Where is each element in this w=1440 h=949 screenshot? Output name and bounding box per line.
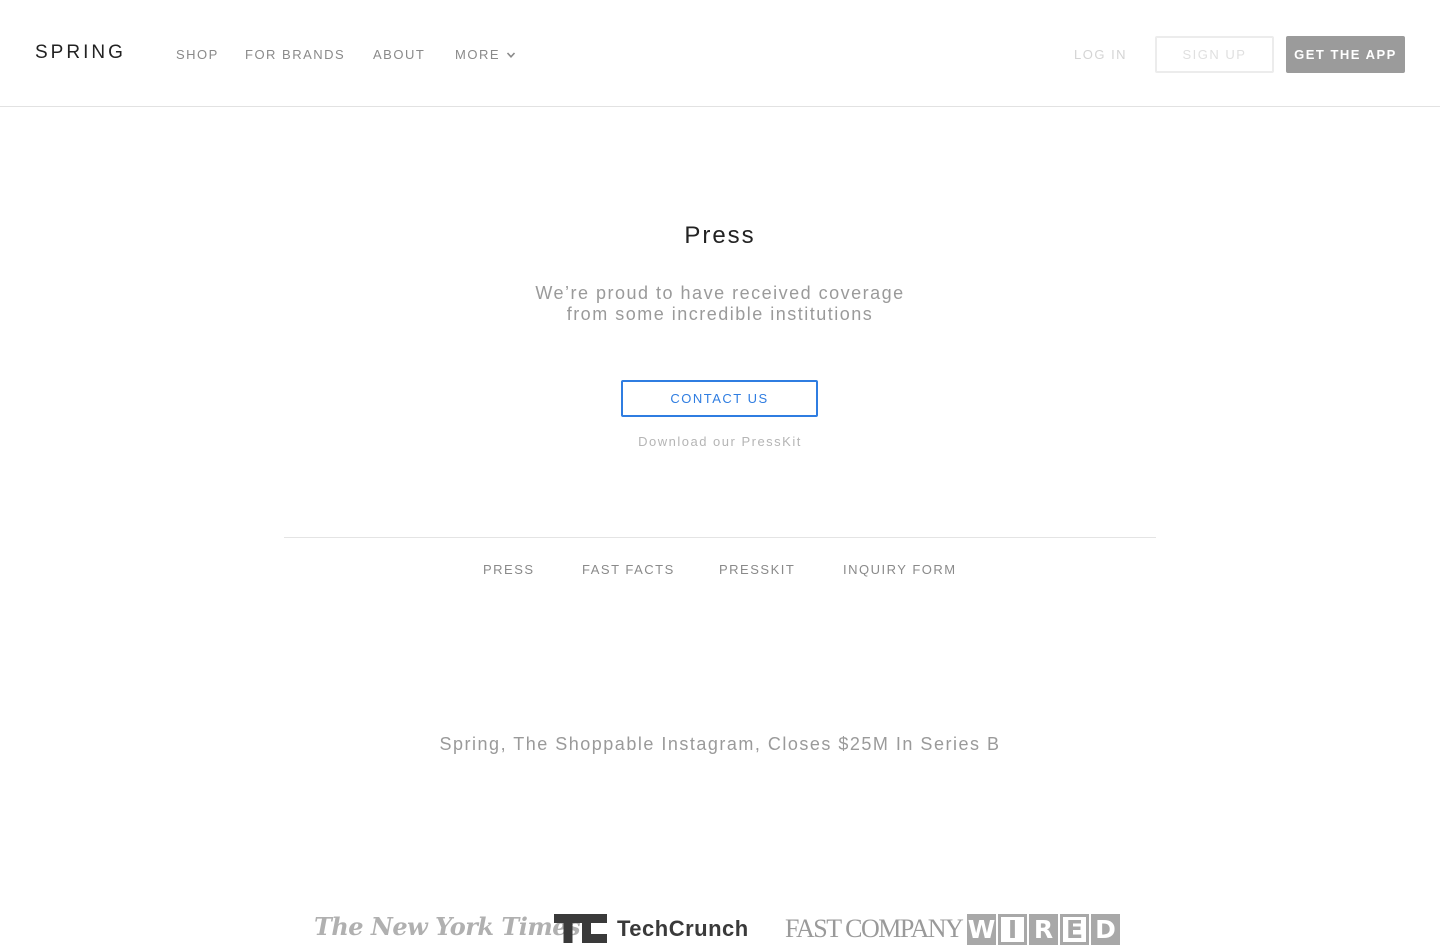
wired-letter: R [1029,914,1058,945]
signup-button[interactable]: SIGN UP [1155,36,1274,73]
download-presskit-link[interactable]: Download our PressKit [0,434,1440,449]
wired-letter: D [1091,914,1120,945]
subtitle-line-1: We’re proud to have received coverage [535,283,905,303]
section-divider [284,537,1156,538]
wired-letter: E [1060,914,1089,945]
wired-letter: I [998,914,1027,945]
brand-logo[interactable]: SPRING [35,42,126,64]
article-headline[interactable]: Spring, The Shoppable Instagram, Closes … [0,734,1440,755]
nav-about[interactable]: ABOUT [373,47,425,62]
subnav-fast-facts[interactable]: FAST FACTS [582,562,675,577]
subnav-presskit[interactable]: PRESSKIT [719,562,795,577]
techcrunch-logo-icon [554,914,607,943]
nav-more[interactable]: MORE [455,47,516,62]
page-subtitle: We’re proud to have received coverage fr… [0,283,1440,325]
techcrunch-logo[interactable]: TechCrunch [554,914,749,943]
techcrunch-wordmark: TechCrunch [617,915,749,941]
subnav-inquiry-form[interactable]: INQUIRY FORM [843,562,957,577]
nav-for-brands[interactable]: FOR BRANDS [245,47,345,62]
nyt-logo[interactable]: The New York Times [314,912,581,941]
wired-letter: W [967,914,996,945]
fast-company-logo[interactable]: FAST COMPANY [785,914,964,944]
subnav-press[interactable]: PRESS [483,562,535,577]
nav-more-label: MORE [455,47,500,62]
login-link[interactable]: LOG IN [1074,47,1127,62]
subtitle-line-2: from some incredible institutions [566,304,874,324]
chevron-down-icon [506,51,516,58]
get-the-app-button[interactable]: GET THE APP [1286,36,1405,73]
contact-us-button[interactable]: CONTACT US [621,380,818,417]
nav-shop[interactable]: SHOP [176,47,219,62]
site-header: SPRING SHOP FOR BRANDS ABOUT MORE LOG IN… [0,0,1440,107]
wired-logo[interactable]: W I R E D [967,914,1120,945]
page-title: Press [684,222,756,249]
